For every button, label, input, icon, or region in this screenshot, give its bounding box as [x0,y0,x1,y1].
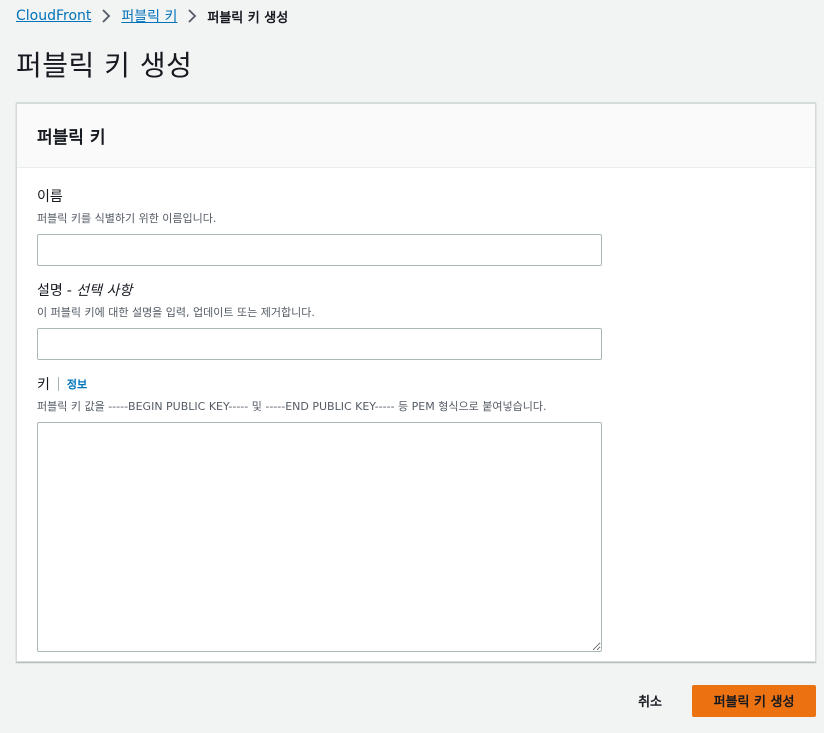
info-link[interactable]: 정보 [67,376,87,392]
breadcrumb-cloudfront-link[interactable]: CloudFront [16,8,91,24]
breadcrumb: CloudFront 퍼블릭 키 퍼블릭 키 생성 [16,6,288,26]
cancel-button[interactable]: 취소 [638,683,662,718]
description-label: 설명 - 선택 사항 [37,280,602,300]
key-label-text: 키 [37,377,50,393]
form-actions: 취소 퍼블릭 키 생성 [638,683,816,718]
panel-header: 퍼블릭 키 [17,104,815,168]
chevron-right-icon [177,9,207,23]
public-key-panel: 퍼블릭 키 이름 퍼블릭 키를 식별하기 위한 이름입니다. 설명 - 선택 사… [16,102,816,662]
name-label-text: 이름 [37,189,63,205]
key-label: 키 정보 [37,374,602,394]
description-help: 이 퍼블릭 키에 대한 설명을 입력, 업데이트 또는 제거합니다. [37,306,315,319]
optional-label: - 선택 사항 [66,283,133,299]
create-public-key-button[interactable]: 퍼블릭 키 생성 [692,684,816,717]
name-input[interactable] [37,234,602,266]
key-field-group: 키 정보 퍼블릭 키 값을 -----BEGIN PUBLIC KEY-----… [37,374,602,652]
description-label-text: 설명 [37,283,63,299]
key-description: 퍼블릭 키 값을 -----BEGIN PUBLIC KEY----- 및 --… [37,400,547,413]
breadcrumb-current: 퍼블릭 키 생성 [207,10,289,26]
panel-title: 퍼블릭 키 [37,128,106,148]
name-field-group: 이름 퍼블릭 키를 식별하기 위한 이름입니다. [37,186,602,266]
breadcrumb-public-keys-link[interactable]: 퍼블릭 키 [121,6,177,26]
name-description: 퍼블릭 키를 식별하기 위한 이름입니다. [37,212,217,225]
description-field-group: 설명 - 선택 사항 이 퍼블릭 키에 대한 설명을 입력, 업데이트 또는 제… [37,280,602,360]
name-label: 이름 [37,186,602,206]
description-input[interactable] [37,328,602,360]
key-textarea[interactable] [37,422,602,652]
label-divider [57,377,59,391]
chevron-right-icon [91,9,121,23]
page-title: 퍼블릭 키 생성 [16,49,193,82]
